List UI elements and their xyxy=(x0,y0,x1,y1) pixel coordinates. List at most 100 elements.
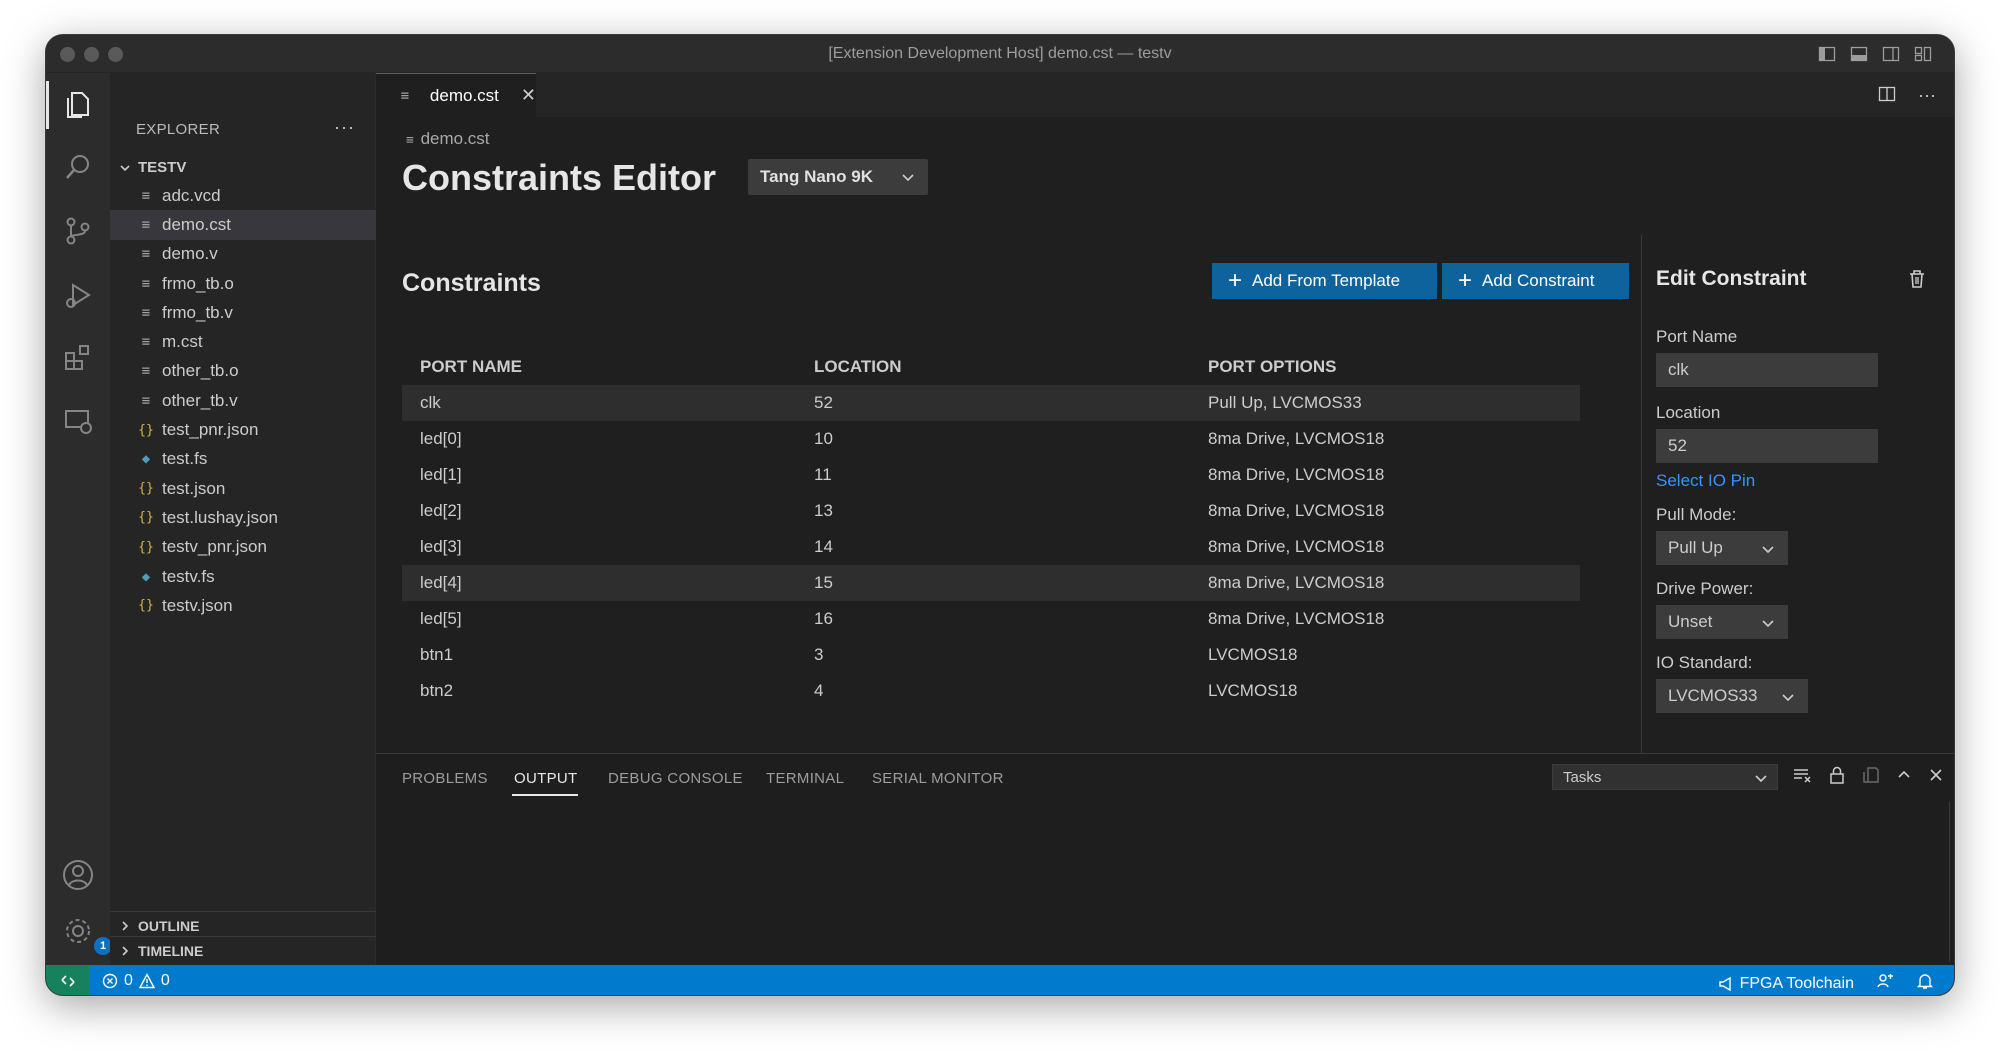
file-name: demo.v xyxy=(162,244,218,264)
pull-mode-label: Pull Mode: xyxy=(1656,505,1737,524)
add-constraint-button[interactable]: + Add Constraint xyxy=(1442,263,1629,299)
file-item[interactable]: ≡ adc.vcd xyxy=(110,181,376,210)
table-row[interactable]: led[2] 13 8ma Drive, LVCMOS18 xyxy=(402,493,1580,529)
file-item[interactable]: ≡ m.cst xyxy=(110,327,376,356)
table-row[interactable]: btn2 4 LVCMOS18 xyxy=(402,673,1580,709)
error-icon xyxy=(102,973,118,989)
active-tab-underline xyxy=(512,794,578,796)
json-file-icon: {} xyxy=(138,510,154,526)
output-channel-select[interactable]: Tasks xyxy=(1552,764,1778,790)
table-header-row: PORT NAME LOCATION PORT OPTIONS xyxy=(402,349,1580,385)
file-lines-icon: ≡ xyxy=(141,216,151,233)
cell-port-options: 8ma Drive, LVCMOS18 xyxy=(1208,537,1385,556)
port-name-label: Port Name xyxy=(1656,327,1738,346)
panel-tab-serial-monitor[interactable]: SERIAL MONITOR xyxy=(872,770,1004,787)
breadcrumb[interactable]: ≡ demo.cst xyxy=(406,129,490,149)
toggle-panel-icon[interactable] xyxy=(1850,45,1868,63)
open-in-editor-icon[interactable] xyxy=(1862,766,1880,789)
file-name: frmo_tb.o xyxy=(162,273,234,293)
explorer-more-actions-button[interactable]: ··· xyxy=(334,117,355,138)
more-actions-icon[interactable]: ··· xyxy=(1918,85,1936,108)
remote-indicator[interactable] xyxy=(46,965,90,995)
file-item[interactable]: ≡ demo.cst xyxy=(110,210,376,240)
chevron-right-icon xyxy=(122,946,129,956)
edit-constraint-title: Edit Constraint xyxy=(1656,267,1807,290)
file-item[interactable]: ≡ frmo_tb.v xyxy=(110,298,376,327)
feedback-icon[interactable] xyxy=(1876,972,1894,995)
file-name: test.fs xyxy=(162,449,208,469)
file-item[interactable]: ≡ other_tb.v xyxy=(110,386,376,415)
table-row[interactable]: led[3] 14 8ma Drive, LVCMOS18 xyxy=(402,529,1580,565)
close-tab-icon[interactable]: ✕ xyxy=(521,85,536,106)
table-row[interactable]: clk 52 Pull Up, LVCMOS33 xyxy=(402,385,1580,421)
customize-layout-icon[interactable] xyxy=(1914,45,1932,63)
location-input[interactable]: 52 xyxy=(1656,429,1878,463)
timeline-section[interactable]: TIMELINE xyxy=(110,936,376,965)
file-lines-icon: ≡ xyxy=(141,187,151,204)
fpga-toolchain-status[interactable]: FPGA Toolchain xyxy=(1718,975,1854,993)
json-file-icon: {} xyxy=(138,422,154,438)
panel-scrollbar[interactable] xyxy=(1949,802,1950,962)
file-lines-icon: ≡ xyxy=(141,392,151,409)
panel-tab-terminal[interactable]: TERMINAL xyxy=(766,770,844,787)
panel-tab-debug-console[interactable]: DEBUG CONSOLE xyxy=(608,770,743,787)
notifications-bell-icon[interactable] xyxy=(1916,972,1934,995)
search-icon[interactable] xyxy=(60,149,96,185)
vscode-window: [Extension Development Host] demo.cst — … xyxy=(45,34,1955,996)
toggle-primary-sidebar-icon[interactable] xyxy=(1818,45,1836,63)
file-item[interactable]: {} test.lushay.json xyxy=(110,503,376,532)
close-panel-icon[interactable] xyxy=(1928,767,1944,788)
panel-tab-output[interactable]: OUTPUT xyxy=(514,770,577,787)
add-from-template-button[interactable]: + Add From Template xyxy=(1212,263,1437,299)
add-constraint-label: Add Constraint xyxy=(1482,271,1595,290)
port-name-input[interactable]: clk xyxy=(1656,353,1878,387)
extensions-icon[interactable] xyxy=(60,339,96,375)
source-control-icon[interactable] xyxy=(60,213,96,249)
cell-port-options: LVCMOS18 xyxy=(1208,681,1298,700)
drive-power-select[interactable]: Unset xyxy=(1656,605,1788,639)
table-row[interactable]: led[1] 11 8ma Drive, LVCMOS18 xyxy=(402,457,1580,493)
tab-demo-cst[interactable]: ≡ demo.cst ✕ xyxy=(376,73,536,117)
lock-scroll-icon[interactable] xyxy=(1828,766,1846,789)
editor-area: ≡ demo.cst ✕ ··· ≡ demo.cst Constraints … xyxy=(376,73,1954,791)
toggle-secondary-sidebar-icon[interactable] xyxy=(1882,45,1900,63)
accounts-icon[interactable] xyxy=(60,857,96,893)
file-item[interactable]: {} testv_pnr.json xyxy=(110,533,376,562)
remote-explorer-icon[interactable] xyxy=(60,403,96,439)
table-row[interactable]: led[0] 10 8ma Drive, LVCMOS18 xyxy=(402,421,1580,457)
maximize-panel-icon[interactable] xyxy=(1896,767,1912,788)
io-standard-select[interactable]: LVCMOS33 xyxy=(1656,679,1808,713)
title-bar: [Extension Development Host] demo.cst — … xyxy=(46,35,1954,73)
table-row[interactable]: led[5] 16 8ma Drive, LVCMOS18 xyxy=(402,601,1580,637)
table-body: clk 52 Pull Up, LVCMOS33 led[0] 10 8ma Drive,… xyxy=(402,385,1580,709)
file-item[interactable]: ≡ frmo_tb.o xyxy=(110,269,376,298)
table-row[interactable]: btn1 3 LVCMOS18 xyxy=(402,637,1580,673)
cell-location: 14 xyxy=(814,537,833,556)
pull-mode-select[interactable]: Pull Up xyxy=(1656,531,1788,565)
file-item[interactable]: ◆ testv.fs xyxy=(110,562,376,591)
file-item[interactable]: {} test.json xyxy=(110,474,376,503)
folder-testv[interactable]: TESTV xyxy=(118,159,186,176)
cell-port-name: led[2] xyxy=(420,501,462,520)
problems-status[interactable]: 0 0 xyxy=(102,972,170,990)
megaphone-icon xyxy=(1718,976,1731,991)
table-row[interactable]: led[4] 15 8ma Drive, LVCMOS18 xyxy=(402,565,1580,601)
file-item[interactable]: ≡ demo.v xyxy=(110,240,376,269)
run-debug-icon[interactable] xyxy=(60,277,96,313)
split-editor-icon[interactable] xyxy=(1878,85,1896,108)
board-select[interactable]: Tang Nano 9K xyxy=(748,159,928,195)
file-item[interactable]: ≡ other_tb.o xyxy=(110,357,376,386)
file-item[interactable]: {} testv.json xyxy=(110,591,376,620)
file-item[interactable]: {} test_pnr.json xyxy=(110,415,376,444)
file-name: adc.vcd xyxy=(162,185,221,205)
file-name: testv.fs xyxy=(162,566,215,586)
clear-output-icon[interactable] xyxy=(1792,766,1812,789)
panel-tab-problems[interactable]: PROBLEMS xyxy=(402,770,488,787)
file-item[interactable]: ◆ test.fs xyxy=(110,445,376,474)
select-io-pin-link[interactable]: Select IO Pin xyxy=(1656,471,1755,491)
chevron-down-icon xyxy=(1762,620,1774,628)
delete-trash-icon[interactable] xyxy=(1908,269,1926,294)
manage-gear-icon[interactable]: 1 xyxy=(60,913,112,955)
explorer-icon[interactable] xyxy=(60,87,96,123)
fs-file-icon: ◆ xyxy=(141,451,151,468)
